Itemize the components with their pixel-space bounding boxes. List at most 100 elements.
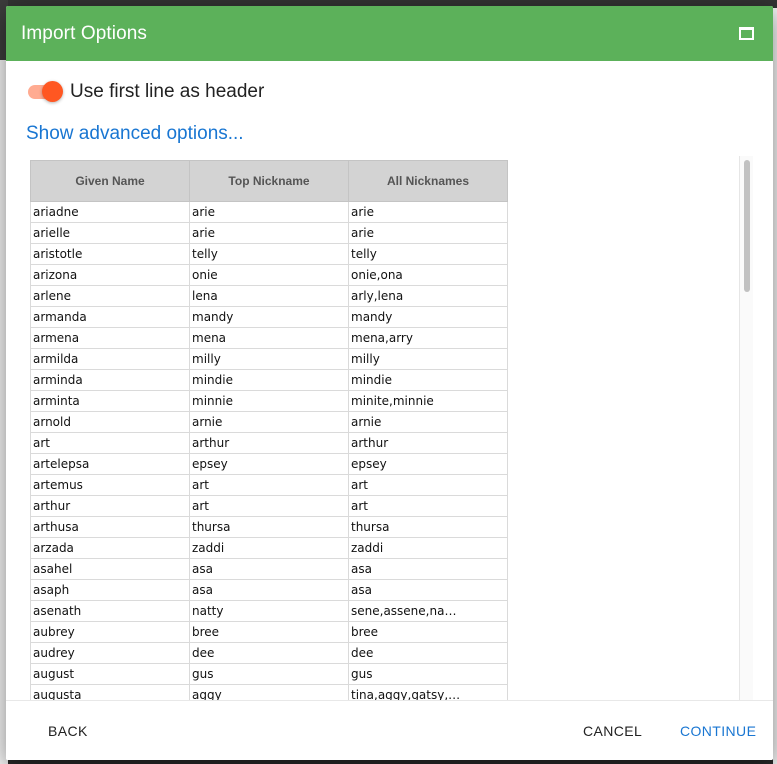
dialog-titlebar: Import Options <box>6 6 773 61</box>
given-name-cell: arthusa <box>30 516 190 538</box>
given-name-cell: arminda <box>30 369 190 391</box>
top-nickname-cell: arnie <box>189 411 349 433</box>
given-name-cell: armena <box>30 327 190 349</box>
all-nicknames-cell: mindie <box>348 369 508 391</box>
given-name-cell: arzada <box>30 537 190 559</box>
given-name-cell: asaph <box>30 579 190 601</box>
all-nicknames-cell: arthur <box>348 432 508 454</box>
table-row: artelepsa epsey epsey <box>30 453 508 475</box>
scrollbar-thumb[interactable] <box>744 160 750 292</box>
all-nicknames-cell: epsey <box>348 453 508 475</box>
top-nickname-cell: arie <box>189 222 349 244</box>
table-row: arthur art art <box>30 495 508 517</box>
top-nickname-cell: thursa <box>189 516 349 538</box>
given-name-cell: armilda <box>30 348 190 370</box>
given-name-cell: asenath <box>30 600 190 622</box>
top-nickname-cell: mindie <box>189 369 349 391</box>
all-nicknames-cell: asa <box>348 558 508 580</box>
all-nicknames-cell: minite,minnie <box>348 390 508 412</box>
all-nicknames-cell: arie <box>348 222 508 244</box>
top-nickname-cell: bree <box>189 621 349 643</box>
preview-table-area: Given Name Top Nickname All Nicknames ar… <box>6 156 773 700</box>
back-button[interactable]: BACK <box>38 715 98 747</box>
table-row: august gus gus <box>30 663 508 685</box>
top-nickname-cell: milly <box>189 348 349 370</box>
given-name-cell: arielle <box>30 222 190 244</box>
continue-button[interactable]: CONTINUE <box>670 715 766 747</box>
all-nicknames-cell: arly,lena <box>348 285 508 307</box>
all-nicknames-cell: tina,aggy,gatsy,… <box>348 684 508 700</box>
table-row: armilda milly milly <box>30 348 508 370</box>
table-header-row: Given Name Top Nickname All Nicknames <box>30 160 508 202</box>
top-nickname-cell: gus <box>189 663 349 685</box>
all-nicknames-cell: sene,assene,na… <box>348 600 508 622</box>
preview-table: Given Name Top Nickname All Nicknames ar… <box>30 160 508 700</box>
top-nickname-cell: epsey <box>189 453 349 475</box>
table-row: augusta aggy tina,aggy,gatsy,… <box>30 684 508 700</box>
table-row: asaph asa asa <box>30 579 508 601</box>
given-name-cell: artelepsa <box>30 453 190 475</box>
all-nicknames-cell: milly <box>348 348 508 370</box>
cancel-button[interactable]: CANCEL <box>573 715 652 747</box>
given-name-cell: aristotle <box>30 243 190 265</box>
top-nickname-cell: aggy <box>189 684 349 700</box>
top-nickname-cell: arthur <box>189 432 349 454</box>
given-name-cell: august <box>30 663 190 685</box>
table-row: arminda mindie mindie <box>30 369 508 391</box>
background-right-panel <box>773 8 777 764</box>
dialog-footer: BACK CANCEL CONTINUE <box>6 700 773 760</box>
top-nickname-cell: lena <box>189 285 349 307</box>
given-name-cell: asahel <box>30 558 190 580</box>
header-toggle-label: Use first line as header <box>70 81 265 102</box>
table-scrollbar[interactable] <box>739 156 753 700</box>
given-name-cell: art <box>30 432 190 454</box>
all-nicknames-cell: dee <box>348 642 508 664</box>
all-nicknames-cell: zaddi <box>348 537 508 559</box>
top-nickname-cell: telly <box>189 243 349 265</box>
given-name-cell: augusta <box>30 684 190 700</box>
show-advanced-options-link[interactable]: Show advanced options... <box>26 123 244 145</box>
table-row: armena mena mena,arry <box>30 327 508 349</box>
all-nicknames-cell: mandy <box>348 306 508 328</box>
table-body: ariadne arie arie arielle arie arie aristotle t… <box>30 201 508 700</box>
table-row: aubrey bree bree <box>30 621 508 643</box>
toggle-knob <box>42 81 63 102</box>
given-name-cell: arminta <box>30 390 190 412</box>
table-row: audrey dee dee <box>30 642 508 664</box>
all-nicknames-cell: asa <box>348 579 508 601</box>
given-name-cell: artemus <box>30 474 190 496</box>
all-nicknames-cell: art <box>348 495 508 517</box>
all-nicknames-cell: thursa <box>348 516 508 538</box>
top-nickname-cell: mena <box>189 327 349 349</box>
given-name-cell: arlene <box>30 285 190 307</box>
all-nicknames-cell: gus <box>348 663 508 685</box>
table-row: arzada zaddi zaddi <box>30 537 508 559</box>
all-nicknames-cell: art <box>348 474 508 496</box>
table-row: arielle arie arie <box>30 222 508 244</box>
top-nickname-cell: mandy <box>189 306 349 328</box>
table-row: asahel asa asa <box>30 558 508 580</box>
maximize-button[interactable] <box>733 21 759 47</box>
table-row: arminta minnie minite,minnie <box>30 390 508 412</box>
given-name-cell: arthur <box>30 495 190 517</box>
top-nickname-cell: onie <box>189 264 349 286</box>
top-nickname-cell: asa <box>189 558 349 580</box>
column-header-given-name: Given Name <box>30 160 190 202</box>
given-name-cell: arnold <box>30 411 190 433</box>
top-nickname-cell: art <box>189 474 349 496</box>
table-row: art arthur arthur <box>30 432 508 454</box>
all-nicknames-cell: telly <box>348 243 508 265</box>
given-name-cell: arizona <box>30 264 190 286</box>
all-nicknames-cell: mena,arry <box>348 327 508 349</box>
all-nicknames-cell: arie <box>348 201 508 223</box>
table-row: aristotle telly telly <box>30 243 508 265</box>
top-nickname-cell: minnie <box>189 390 349 412</box>
table-row: asenath natty sene,assene,na… <box>30 600 508 622</box>
table-row: arnold arnie arnie <box>30 411 508 433</box>
all-nicknames-cell: onie,ona <box>348 264 508 286</box>
maximize-icon <box>738 27 754 40</box>
first-line-header-toggle[interactable] <box>26 80 64 104</box>
table-row: ariadne arie arie <box>30 201 508 223</box>
table-row: artemus art art <box>30 474 508 496</box>
given-name-cell: armanda <box>30 306 190 328</box>
